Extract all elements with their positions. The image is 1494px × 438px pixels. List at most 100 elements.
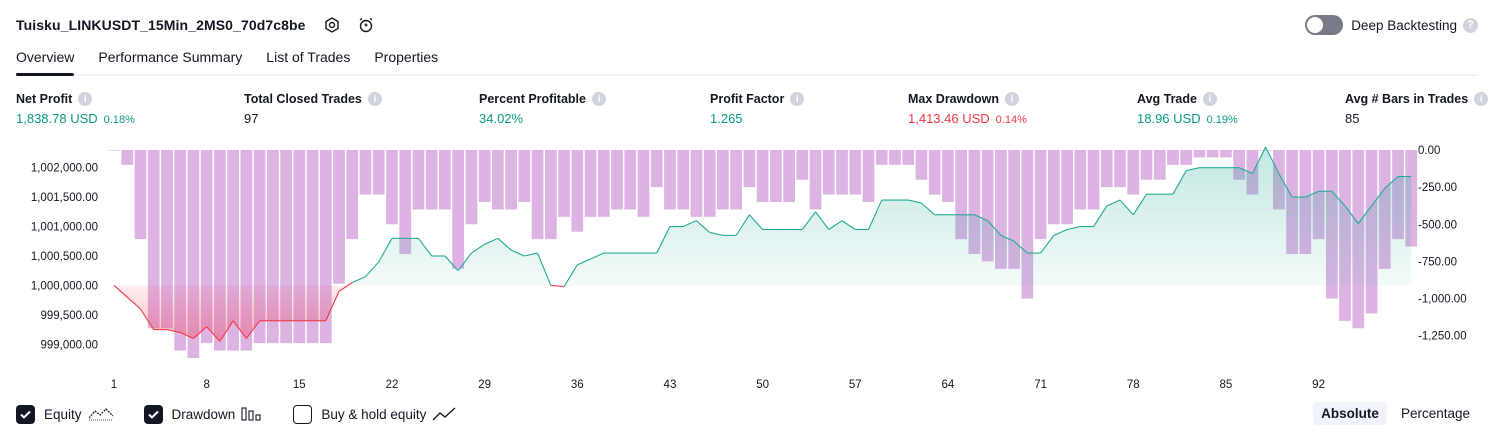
- tab-performance-summary[interactable]: Performance Summary: [98, 46, 242, 74]
- drawdown-bar: [677, 150, 690, 210]
- checkbox-unchecked-icon[interactable]: [293, 404, 313, 424]
- stat-avg-trade: Avg Trade i 18.96 USD 0.19%: [1137, 92, 1238, 126]
- drawdown-bar: [346, 150, 359, 240]
- drawdown-bar: [756, 150, 769, 203]
- info-icon[interactable]: i: [367, 92, 382, 106]
- y-axis-left-tick-label: 999,000.00: [40, 339, 98, 351]
- stat-value: 1,838.78 USD: [16, 111, 98, 126]
- y-axis-left-tick-label: 1,002,000.00: [31, 163, 98, 175]
- drawdown-bar: [518, 150, 531, 203]
- drawdown-bar: [386, 150, 398, 225]
- stat-label: Total Closed Trades: [244, 92, 362, 106]
- drawdown-bar: [862, 150, 875, 203]
- x-axis-tick-label: 29: [478, 379, 491, 391]
- drawdown-bar: [465, 150, 478, 225]
- deep-backtesting-control: Deep Backtesting ?: [1305, 12, 1478, 38]
- checkbox-checked-icon[interactable]: [143, 404, 163, 424]
- stat-total-closed-trades: Total Closed Trades i 97: [244, 92, 382, 126]
- absolute-button[interactable]: Absolute: [1313, 402, 1387, 425]
- drawdown-bar: [624, 150, 637, 210]
- drawdown-checkbox[interactable]: Drawdown: [143, 404, 264, 424]
- buy-hold-line-icon: [432, 406, 456, 422]
- deep-backtesting-toggle[interactable]: [1305, 15, 1344, 35]
- drawdown-bar: [478, 150, 491, 203]
- chart-canvas: 999,000.00 999,500.00 1,000,000.00 1,000,50…: [31, 145, 1467, 391]
- drawdown-bar: [650, 150, 663, 188]
- drawdown-bar: [690, 150, 703, 217]
- buy-hold-equity-checkbox[interactable]: Buy & hold equity: [293, 404, 456, 424]
- drawdown-bar: [372, 150, 385, 195]
- y-axis-right-tick-label: 0.00: [1418, 145, 1440, 157]
- stat-value: 18.96 USD: [1137, 111, 1201, 126]
- y-axis-left-tick-label: 1,001,500.00: [31, 192, 98, 204]
- drawdown-bar: [359, 150, 372, 195]
- y-axis-right-tick-label: -250.00: [1418, 182, 1457, 194]
- stat-label: Max Drawdown: [908, 92, 999, 106]
- y-axis-right-tick-label: -500.00: [1418, 219, 1457, 231]
- drawdown-bar: [1180, 150, 1193, 165]
- x-axis-tick-label: 85: [1220, 379, 1233, 391]
- percentage-button[interactable]: Percentage: [1393, 402, 1478, 425]
- drawdown-bar: [584, 150, 597, 217]
- drawdown-bar: [1047, 150, 1060, 225]
- y-axis-right-tick-label: -750.00: [1418, 256, 1457, 268]
- add-alert-icon[interactable]: [354, 13, 378, 37]
- drawdown-bar: [875, 150, 888, 165]
- drawdown-bar: [452, 150, 465, 269]
- stat-percent-profitable: Percent Profitable i 34.02%: [479, 92, 606, 126]
- drawdown-bar: [1061, 150, 1073, 225]
- drawdown-bar: [664, 150, 676, 210]
- equity-line-icon: [88, 406, 114, 422]
- info-icon[interactable]: i: [790, 92, 805, 106]
- drawdown-bar: [1153, 150, 1166, 180]
- info-icon[interactable]: i: [591, 92, 606, 106]
- drawdown-bar: [783, 150, 795, 203]
- stat-value: 1,413.46 USD: [908, 111, 990, 126]
- x-axis-tick-label: 36: [571, 379, 584, 391]
- equity-drawdown-chart[interactable]: 999,000.00 999,500.00 1,000,000.00 1,000,50…: [0, 140, 1494, 396]
- drawdown-bar: [703, 150, 716, 217]
- tab-overview[interactable]: Overview: [16, 46, 75, 76]
- drawdown-bars-icon: [241, 406, 263, 422]
- drawdown-label: Drawdown: [171, 406, 236, 422]
- report-tabs: Overview Performance Summary List of Tra…: [16, 46, 1478, 76]
- stat-label: Avg Trade: [1137, 92, 1197, 106]
- info-icon[interactable]: i: [1202, 92, 1217, 106]
- stat-label: Profit Factor: [710, 92, 785, 106]
- info-icon[interactable]: i: [1005, 92, 1019, 106]
- drawdown-bar: [796, 150, 809, 180]
- display-mode-toggle: Absolute Percentage: [1307, 402, 1478, 425]
- info-icon[interactable]: i: [78, 92, 93, 106]
- equity-checkbox[interactable]: Equity: [16, 404, 114, 424]
- drawdown-bar: [928, 150, 941, 195]
- tab-properties[interactable]: Properties: [374, 46, 438, 74]
- drawdown-bar: [1100, 150, 1113, 188]
- help-icon[interactable]: ?: [1463, 17, 1478, 33]
- drawdown-bar: [333, 150, 345, 284]
- stat-percent: 0.19%: [1206, 114, 1238, 126]
- strategy-header: Tuisku_LINKUSDT_15Min_2MS0_70d7c8be Deep…: [16, 12, 1478, 38]
- x-axis-tick-label: 78: [1127, 379, 1140, 391]
- y-axis-right-tick-label: -1,000.00: [1418, 294, 1467, 306]
- tab-list-of-trades[interactable]: List of Trades: [266, 46, 350, 74]
- drawdown-bar: [915, 150, 928, 180]
- settings-icon[interactable]: [320, 13, 344, 37]
- x-axis-tick-label: 64: [942, 379, 955, 391]
- checkbox-checked-icon[interactable]: [16, 404, 35, 424]
- stat-label: Net Profit: [16, 92, 73, 106]
- drawdown-bar: [597, 150, 610, 217]
- drawdown-bar: [902, 150, 915, 165]
- drawdown-bar: [1087, 150, 1100, 210]
- drawdown-bar: [611, 150, 623, 210]
- drawdown-bar: [134, 150, 147, 240]
- drawdown-bar: [492, 150, 504, 210]
- y-axis-right-tick-label: -1,250.00: [1418, 331, 1467, 343]
- x-axis-tick-label: 92: [1312, 379, 1325, 391]
- chart-legend-bar: Equity Drawdown Buy & hold equity Absolu…: [16, 402, 1478, 426]
- drawdown-bar: [544, 150, 557, 240]
- stat-max-drawdown: Max Drawdown i 1,413.46 USD 0.14%: [908, 92, 1027, 126]
- drawdown-bar: [769, 150, 782, 203]
- x-axis-tick-label: 1: [111, 379, 117, 391]
- drawdown-bar: [108, 150, 120, 151]
- info-icon[interactable]: i: [1474, 92, 1489, 106]
